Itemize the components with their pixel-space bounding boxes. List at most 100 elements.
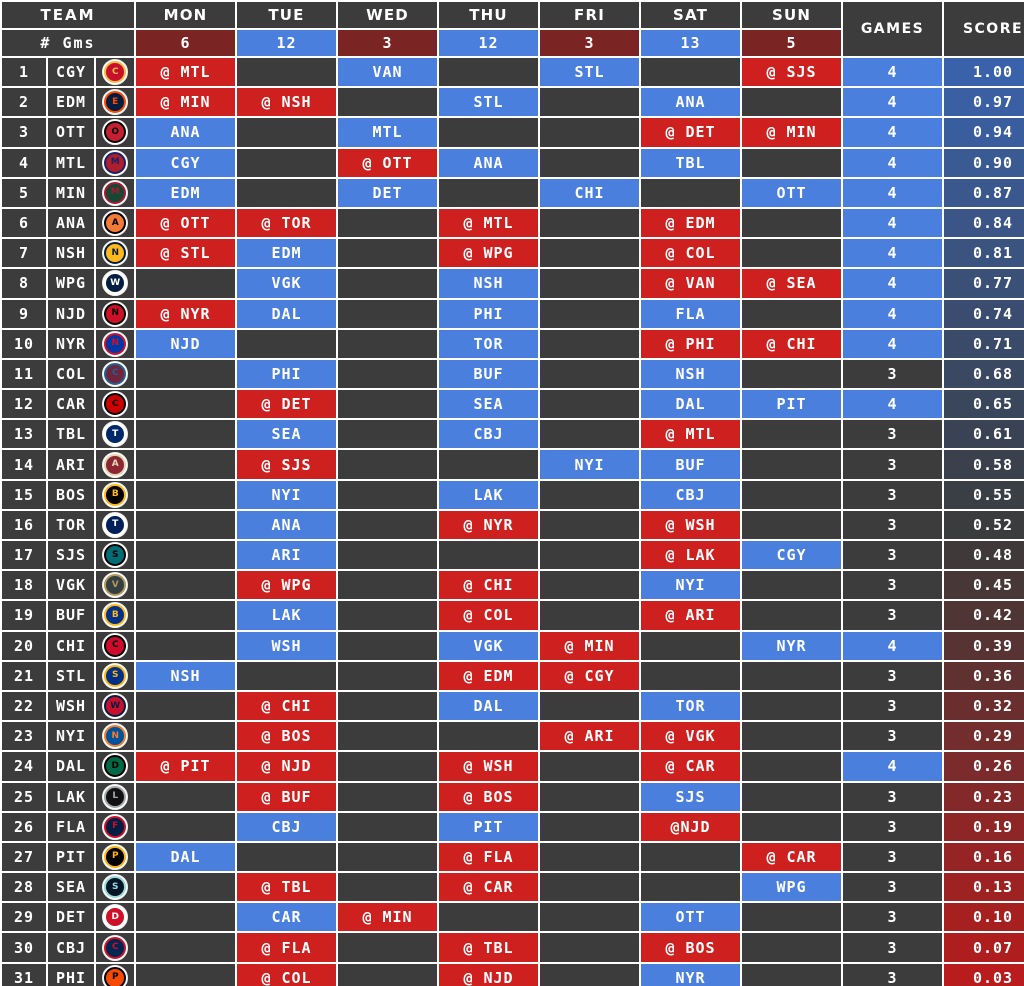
game-cell[interactable]: CBJ xyxy=(439,420,539,449)
game-cell[interactable]: CAR xyxy=(237,903,337,932)
game-cell[interactable]: DAL xyxy=(439,691,539,721)
game-cell[interactable]: SEA xyxy=(439,390,539,419)
game-cell[interactable]: @ BOS xyxy=(641,933,741,962)
game-cell[interactable]: @ CHI xyxy=(439,571,539,600)
game-cell[interactable]: ANA xyxy=(641,88,741,117)
game-cell[interactable]: TOR xyxy=(641,691,741,721)
game-cell[interactable]: @ WPG xyxy=(439,239,539,268)
game-cell[interactable]: @ SJS xyxy=(237,450,337,479)
game-cell[interactable]: LAK xyxy=(237,601,337,630)
game-cell[interactable]: NYR xyxy=(641,963,741,986)
game-cell[interactable]: ANA xyxy=(136,118,236,147)
game-cell[interactable]: @ TBL xyxy=(439,933,539,962)
game-cell[interactable]: PHI xyxy=(439,299,539,328)
game-cell[interactable]: @ CAR xyxy=(742,842,842,872)
game-cell[interactable]: TOR xyxy=(439,329,539,358)
game-cell[interactable]: @ NJD xyxy=(237,752,337,781)
game-cell[interactable]: @ VAN xyxy=(641,269,741,298)
game-cell[interactable]: @ STL xyxy=(136,239,236,268)
game-cell[interactable]: WSH xyxy=(237,631,337,660)
game-cell[interactable]: @ LAK xyxy=(641,541,741,570)
game-cell[interactable]: CGY xyxy=(742,541,842,570)
game-cell[interactable]: @ CGY xyxy=(540,661,640,690)
game-cell[interactable]: @ WSH xyxy=(641,510,741,539)
game-cell[interactable]: @ MIN xyxy=(540,631,640,660)
game-cell[interactable]: @ WPG xyxy=(237,571,337,600)
game-cell[interactable]: PIT xyxy=(742,390,842,419)
game-cell[interactable]: @ MTL xyxy=(641,420,741,449)
game-cell[interactable]: @ PHI xyxy=(641,329,741,358)
game-cell[interactable]: NSH xyxy=(439,269,539,298)
game-cell[interactable]: STL xyxy=(439,88,539,117)
game-cell[interactable]: SJS xyxy=(641,782,741,811)
game-cell[interactable]: @ NJD xyxy=(439,963,539,986)
game-cell[interactable]: BUF xyxy=(641,450,741,479)
game-cell[interactable]: @ CAR xyxy=(439,873,539,902)
game-cell[interactable]: @ DET xyxy=(641,118,741,147)
game-cell[interactable]: @ ARI xyxy=(641,601,741,630)
game-cell[interactable]: @ DET xyxy=(237,390,337,419)
game-cell[interactable]: @ BOS xyxy=(237,722,337,751)
game-cell[interactable]: @ COL xyxy=(439,601,539,630)
game-cell[interactable]: @ COL xyxy=(641,239,741,268)
game-cell[interactable]: OTT xyxy=(742,178,842,207)
game-cell[interactable]: @ FLA xyxy=(439,842,539,872)
game-cell[interactable]: SEA xyxy=(237,420,337,449)
game-cell[interactable]: @ NYR xyxy=(439,510,539,539)
game-cell[interactable]: @ FLA xyxy=(237,933,337,962)
game-cell[interactable]: CBJ xyxy=(237,812,337,841)
game-cell[interactable]: BUF xyxy=(439,359,539,389)
game-cell[interactable]: NYR xyxy=(742,631,842,660)
game-cell[interactable]: VAN xyxy=(338,58,438,87)
game-cell[interactable]: DET xyxy=(338,178,438,207)
game-cell[interactable]: NYI xyxy=(540,450,640,479)
game-cell[interactable]: NSH xyxy=(641,359,741,389)
game-cell[interactable]: @ COL xyxy=(237,963,337,986)
game-cell[interactable]: CGY xyxy=(136,148,236,177)
game-cell[interactable]: NYI xyxy=(237,480,337,509)
game-cell[interactable]: @ TBL xyxy=(237,873,337,902)
game-cell[interactable]: @ OTT xyxy=(338,148,438,177)
game-cell[interactable]: VGK xyxy=(439,631,539,660)
game-cell[interactable]: TBL xyxy=(641,148,741,177)
game-cell[interactable]: @ OTT xyxy=(136,208,236,238)
game-cell[interactable]: @ VGK xyxy=(641,722,741,751)
game-cell[interactable]: PIT xyxy=(439,812,539,841)
game-cell[interactable]: LAK xyxy=(439,480,539,509)
game-cell[interactable]: EDM xyxy=(237,239,337,268)
game-cell[interactable]: @ MTL xyxy=(136,58,236,87)
game-cell[interactable]: CHI xyxy=(540,178,640,207)
game-cell[interactable]: @NJD xyxy=(641,812,741,841)
game-cell[interactable]: @ SJS xyxy=(742,58,842,87)
game-cell[interactable]: OTT xyxy=(641,903,741,932)
game-cell[interactable]: @ NSH xyxy=(237,88,337,117)
game-cell[interactable]: @ MIN xyxy=(136,88,236,117)
game-cell[interactable]: NSH xyxy=(136,661,236,690)
game-cell[interactable]: @ CAR xyxy=(641,752,741,781)
game-cell[interactable]: PHI xyxy=(237,359,337,389)
game-cell[interactable]: @ MIN xyxy=(742,118,842,147)
game-cell[interactable]: DAL xyxy=(237,299,337,328)
game-cell[interactable]: DAL xyxy=(136,842,236,872)
game-cell[interactable]: @ EDM xyxy=(641,208,741,238)
game-cell[interactable]: ANA xyxy=(237,510,337,539)
game-cell[interactable]: VGK xyxy=(237,269,337,298)
game-cell[interactable]: STL xyxy=(540,58,640,87)
game-cell[interactable]: @ BUF xyxy=(237,782,337,811)
game-cell[interactable]: FLA xyxy=(641,299,741,328)
game-cell[interactable]: ANA xyxy=(439,148,539,177)
game-cell[interactable]: CBJ xyxy=(641,480,741,509)
game-cell[interactable]: @ NYR xyxy=(136,299,236,328)
game-cell[interactable]: WPG xyxy=(742,873,842,902)
game-cell[interactable]: @ WSH xyxy=(439,752,539,781)
game-cell[interactable]: NJD xyxy=(136,329,236,358)
game-cell[interactable]: @ MTL xyxy=(439,208,539,238)
game-cell[interactable]: @ EDM xyxy=(439,661,539,690)
game-cell[interactable]: NYI xyxy=(641,571,741,600)
game-cell[interactable]: DAL xyxy=(641,390,741,419)
game-cell[interactable]: @ PIT xyxy=(136,752,236,781)
game-cell[interactable]: ARI xyxy=(237,541,337,570)
game-cell[interactable]: @ CHI xyxy=(237,691,337,721)
game-cell[interactable]: @ CHI xyxy=(742,329,842,358)
game-cell[interactable]: @ SEA xyxy=(742,269,842,298)
